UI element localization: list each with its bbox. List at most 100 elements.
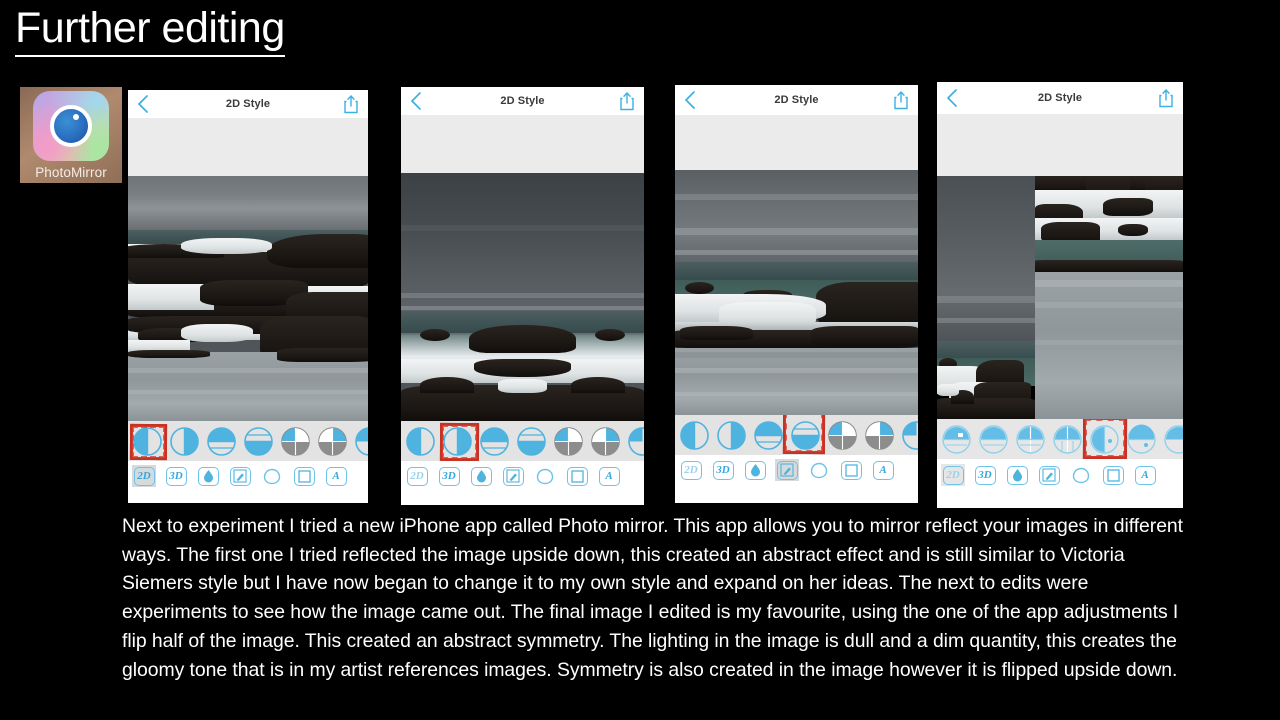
share-upload-icon[interactable] (343, 94, 359, 114)
empty-canvas-strip (128, 118, 368, 176)
empty-canvas-strip (675, 115, 918, 170)
tool-droplet-button[interactable] (469, 465, 493, 487)
tool-droplet-button[interactable] (1005, 464, 1029, 486)
nav-bar: 2D Style (401, 87, 644, 115)
mirror-mode-quad-split-icon[interactable] (1015, 424, 1046, 455)
tool-magic-wand-button[interactable] (1037, 464, 1061, 486)
mirror-mode-quad-partial-icon[interactable] (354, 426, 368, 457)
app-icon-label: PhotoMirror (35, 165, 107, 180)
tool-2d-button[interactable]: 2D (941, 464, 965, 486)
mirror-mode-quad-split-icon[interactable] (590, 426, 621, 457)
mirror-mode-quad-diagonal-icon[interactable] (827, 420, 858, 451)
lens-highlight-icon (72, 114, 79, 121)
mirror-mode-quad-split-icon[interactable] (317, 426, 348, 457)
chevron-left-icon[interactable] (137, 95, 149, 113)
mirror-mode-circle-half-dot-icon[interactable] (1126, 424, 1157, 455)
mirror-mode-split-vertical-right-icon[interactable] (716, 420, 747, 451)
empty-canvas-strip (937, 114, 1183, 226)
edited-photo-2 (401, 173, 644, 421)
app-icon-card: PhotoMirror (20, 87, 122, 183)
mirror-mode-half-bottom-fill-icon[interactable] (978, 424, 1009, 455)
tool-toolbar[interactable]: 2D 3D A (128, 461, 368, 491)
tool-blob-button[interactable] (1069, 464, 1093, 486)
tool-blob-button[interactable] (260, 465, 284, 487)
nav-title: 2D Style (774, 94, 819, 106)
chevron-left-icon[interactable] (684, 91, 696, 109)
tool-text-button[interactable]: A (324, 465, 348, 487)
tool-square-button[interactable] (565, 465, 589, 487)
tool-magic-wand-button[interactable] (501, 465, 525, 487)
mirror-mode-toolbar[interactable] (128, 421, 368, 461)
mirror-mode-split-horizontal-top-icon[interactable] (206, 426, 237, 457)
nav-title: 2D Style (1037, 92, 1083, 104)
mirror-mode-toolbar[interactable] (937, 419, 1183, 459)
share-upload-icon[interactable] (893, 90, 909, 110)
nav-title: 2D Style (225, 98, 271, 110)
tool-droplet-button[interactable] (196, 465, 220, 487)
tool-text-button[interactable]: A (1133, 464, 1157, 486)
mirror-mode-quad-partial-icon[interactable] (901, 420, 918, 451)
tool-3d-button[interactable]: 3D (711, 459, 735, 481)
chevron-left-icon[interactable] (946, 89, 958, 107)
nav-bar: 2D Style (937, 82, 1183, 114)
phone-screenshot-3: 2D Style 2D 3D A (675, 85, 918, 503)
body-paragraph: Next to experiment I tried a new iPhone … (122, 515, 1184, 681)
tool-magic-wand-button[interactable] (228, 465, 252, 487)
tool-droplet-button[interactable] (743, 459, 767, 481)
phone-screenshot-4: 2D Style 2D 3D A (937, 82, 1183, 508)
tool-toolbar[interactable]: 2D 3D A (937, 459, 1183, 491)
chevron-left-icon[interactable] (410, 92, 422, 110)
tool-square-button[interactable] (839, 459, 863, 481)
tool-square-button[interactable] (1101, 464, 1125, 486)
tool-blob-button[interactable] (533, 465, 557, 487)
tool-3d-button[interactable]: 3D (973, 464, 997, 486)
mirror-mode-split-horizontal-top-icon[interactable] (753, 420, 784, 451)
mirror-mode-quad-split-icon[interactable] (864, 420, 895, 451)
edited-photo-1 (128, 176, 368, 421)
mirror-mode-quad-split-lines-icon[interactable] (1052, 424, 1083, 455)
tool-3d-button[interactable]: 3D (164, 465, 188, 487)
share-upload-icon[interactable] (1158, 88, 1174, 108)
tool-square-button[interactable] (292, 465, 316, 487)
mirror-mode-toolbar[interactable] (675, 415, 918, 455)
mirror-mode-split-vertical-left-icon[interactable] (132, 426, 163, 457)
nav-title: 2D Style (500, 95, 545, 107)
mirror-mode-split-horizontal-bottom-icon[interactable] (243, 426, 274, 457)
mirror-mode-half-top-fill-icon[interactable] (941, 424, 972, 455)
mirror-mode-circle-split-dot-icon[interactable] (1089, 424, 1120, 455)
nav-bar: 2D Style (675, 85, 918, 115)
mirror-mode-split-vertical-right-icon[interactable] (442, 426, 473, 457)
mirror-mode-split-vertical-left-icon[interactable] (679, 420, 710, 451)
tool-toolbar[interactable]: 2D 3D A (675, 455, 918, 485)
mirror-mode-split-horizontal-bottom-icon[interactable] (516, 426, 547, 457)
tool-text-button[interactable]: A (871, 459, 895, 481)
edited-photo-4 (937, 176, 1183, 419)
nav-bar: 2D Style (128, 90, 368, 118)
slide-canvas: Further editing PhotoMirror 2D Style 2D … (0, 0, 1280, 720)
photomirror-app-icon (33, 91, 109, 161)
empty-canvas-strip (401, 115, 644, 173)
tool-magic-wand-button[interactable] (775, 459, 799, 481)
mirror-mode-split-horizontal-bottom-icon[interactable] (790, 420, 821, 451)
mirror-mode-quad-partial-icon[interactable] (627, 426, 644, 457)
mirror-mode-quad-diagonal-icon[interactable] (553, 426, 584, 457)
tool-2d-button[interactable]: 2D (679, 459, 703, 481)
mirror-mode-quad-diagonal-icon[interactable] (280, 426, 311, 457)
page-title: Further editing (15, 4, 285, 58)
tool-blob-button[interactable] (807, 459, 831, 481)
mirror-mode-toolbar[interactable] (401, 421, 644, 461)
tool-toolbar[interactable]: 2D 3D A (401, 461, 644, 491)
phone-screenshot-2: 2D Style 2D 3D A (401, 87, 644, 505)
share-upload-icon[interactable] (619, 91, 635, 111)
mirror-mode-split-horizontal-top-icon[interactable] (479, 426, 510, 457)
camera-lens-icon (50, 105, 92, 147)
tool-3d-button[interactable]: 3D (437, 465, 461, 487)
tool-2d-button[interactable]: 2D (405, 465, 429, 487)
mirror-mode-split-vertical-left-icon[interactable] (405, 426, 436, 457)
edited-photo-3 (675, 170, 918, 415)
mirror-mode-split-vertical-right-icon[interactable] (169, 426, 200, 457)
mirror-mode-circle-extra-icon[interactable] (1163, 424, 1183, 455)
tool-2d-button[interactable]: 2D (132, 465, 156, 487)
tool-text-button[interactable]: A (597, 465, 621, 487)
phone-screenshot-1: 2D Style 2D 3D A (128, 90, 368, 503)
